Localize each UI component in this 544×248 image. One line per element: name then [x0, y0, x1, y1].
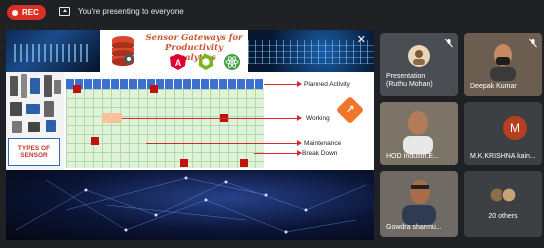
activity-marker — [150, 85, 158, 93]
participant-tile-deepak-kumar[interactable]: Deepak Kumar — [464, 33, 542, 96]
angular-logo-icon: A — [170, 54, 186, 70]
present-screen-icon — [59, 7, 70, 16]
mic-muted-icon — [529, 38, 537, 48]
sensor-image — [54, 80, 61, 94]
sensor-image — [28, 122, 40, 132]
presenting-status-text: You're presenting to everyone — [78, 7, 184, 16]
sensor-image — [12, 121, 22, 133]
arrow-icon — [297, 140, 302, 146]
network-background-image — [6, 170, 374, 240]
others-count: 20 others — [488, 213, 518, 220]
label-break-down: Break Down — [302, 150, 338, 157]
recording-label: REC — [22, 8, 39, 17]
breakdown-connector — [254, 153, 300, 154]
activity-marker — [240, 159, 248, 167]
participant-name: Gowdra sharmu... — [386, 224, 442, 231]
label-planned-activity: Planned Activity — [304, 81, 350, 88]
activity-marker — [180, 159, 188, 167]
network-lines-graphic — [15, 176, 367, 234]
analytics-pin-icon: ↗ — [335, 95, 365, 125]
participant-tile-presentation[interactable]: Presentation (Ruthu Mohan) — [380, 33, 458, 96]
sensor-image — [26, 104, 40, 114]
sensor-image — [10, 76, 18, 96]
recording-badge[interactable]: REC — [7, 5, 46, 20]
sensor-image — [44, 75, 52, 97]
participant-name: Presentation (Ruthu Mohan) — [386, 73, 433, 88]
label-working: Working — [306, 115, 330, 122]
planned-connector — [264, 84, 300, 85]
banner-image-right: ✕ — [248, 30, 374, 72]
presenter-avatar — [408, 45, 430, 67]
participant-name: Deepak Kumar — [470, 83, 517, 90]
timeline-header-bar — [66, 79, 264, 89]
sensor-image — [10, 102, 22, 116]
label-maintenance: Maintenance — [304, 140, 342, 147]
participant-video — [403, 111, 433, 154]
close-icon[interactable]: ✕ — [357, 33, 366, 46]
participant-name: HOD Industri.E... — [386, 153, 439, 160]
avatar: M — [503, 116, 527, 140]
sensor-images-panel: TYPES OF SENSOR — [6, 72, 64, 170]
sensor-image — [30, 78, 40, 94]
participant-video — [490, 44, 516, 81]
react-logo-icon — [224, 54, 240, 70]
participant-tile-gowdra[interactable]: Gowdra sharmu... — [380, 171, 458, 237]
record-dot-icon — [12, 9, 18, 16]
working-highlight — [102, 113, 122, 123]
participant-tile-mk-krishna[interactable]: M M.K.KRISHNA kain... — [464, 102, 542, 165]
mic-muted-icon — [445, 38, 453, 48]
banner-image-left — [6, 30, 100, 72]
activity-marker — [91, 137, 99, 145]
database-gear-icon — [112, 36, 134, 66]
arrow-icon — [297, 81, 302, 87]
maintenance-connector — [146, 143, 300, 144]
svg-text:A: A — [175, 58, 182, 68]
slide-title-panel: Sensor Gateways for Productivity Analyti… — [100, 30, 248, 72]
sensor-label-box: TYPES OF SENSOR — [8, 138, 60, 166]
arrow-icon — [297, 115, 302, 121]
participant-video — [402, 180, 436, 225]
participant-name: M.K.KRISHNA kain... — [470, 153, 536, 160]
sensor-image — [44, 101, 54, 117]
participant-avatars-icon — [489, 187, 517, 203]
activity-grid — [66, 85, 264, 168]
sensor-image — [46, 120, 56, 132]
activity-marker — [73, 85, 81, 93]
meeting-top-bar: REC You're presenting to everyone — [0, 0, 544, 26]
working-connector — [122, 118, 300, 119]
slide-diagram: TYPES OF SENSOR Planned Activity Working … — [6, 72, 374, 170]
shared-screen: Sensor Gateways for Productivity Analyti… — [6, 30, 374, 240]
nodejs-logo-icon — [199, 54, 213, 70]
sensor-image — [21, 74, 27, 98]
participant-tile-hod-industri[interactable]: HOD Industri.E... — [380, 102, 458, 165]
participant-tile-others[interactable]: 20 others — [464, 171, 542, 237]
sensor-label-text: TYPES OF SENSOR — [17, 145, 51, 159]
